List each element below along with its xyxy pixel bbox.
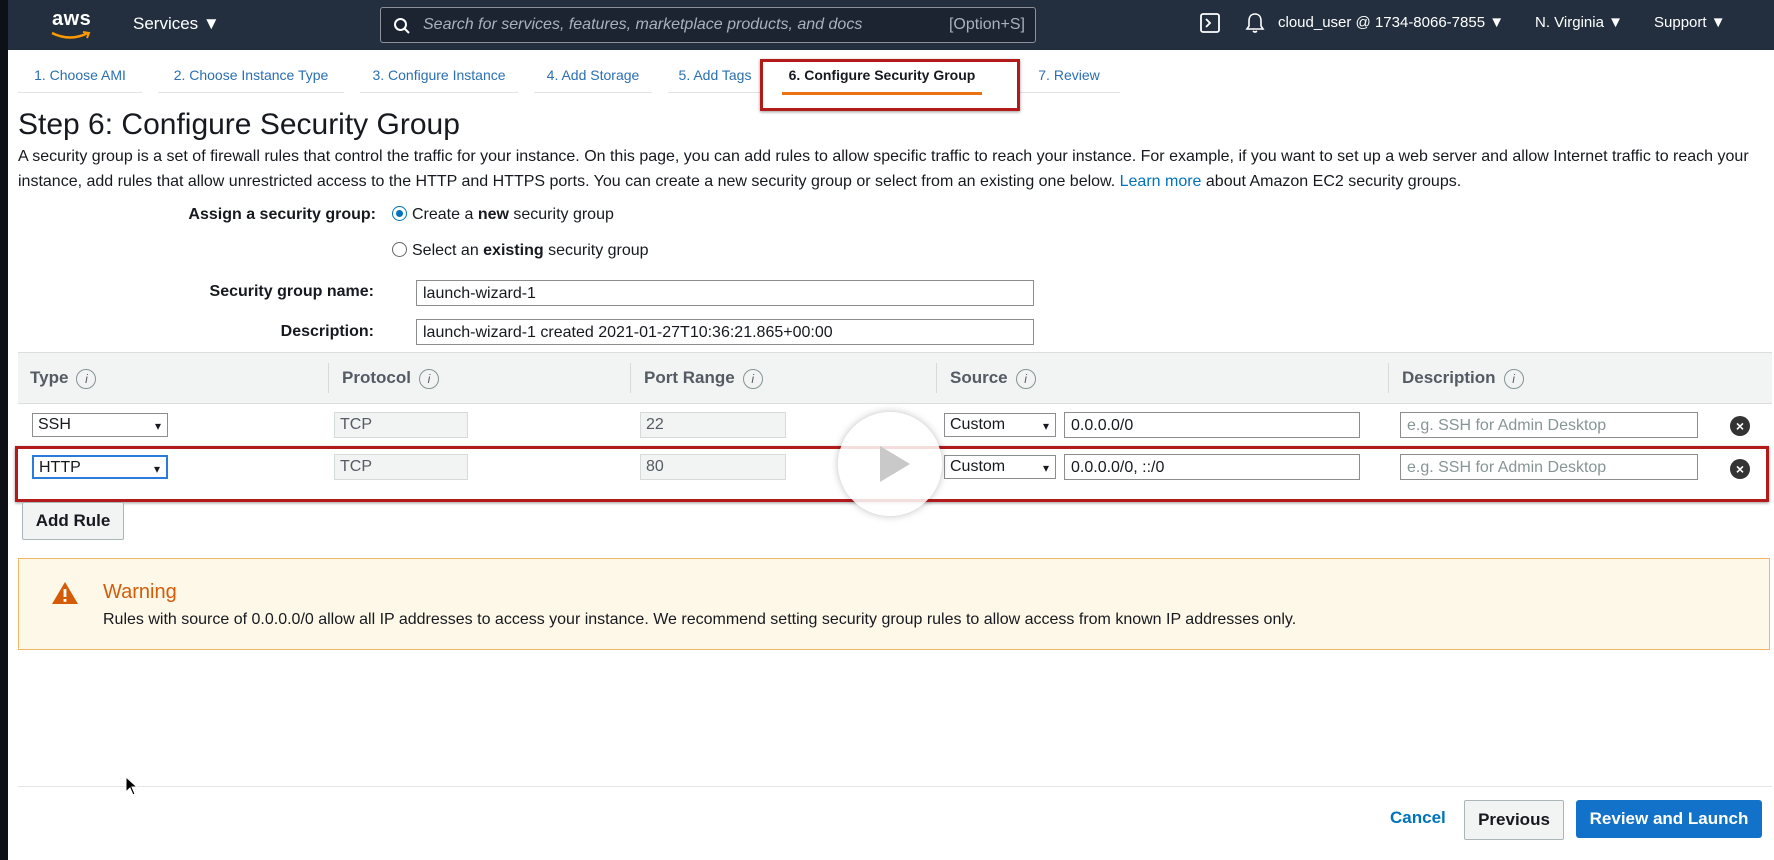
previous-button[interactable]: Previous bbox=[1464, 800, 1564, 840]
cancel-button[interactable]: Cancel bbox=[1390, 808, 1446, 828]
tab-add-tags[interactable]: 5. Add Tags bbox=[668, 58, 762, 93]
col-type: Type i bbox=[30, 353, 97, 403]
info-icon[interactable]: i bbox=[1015, 368, 1036, 389]
radio-create-new[interactable] bbox=[392, 206, 407, 221]
intro-text: A security group is a set of firewall ru… bbox=[18, 148, 1749, 190]
intro-paragraph: A security group is a set of firewall ru… bbox=[18, 144, 1758, 194]
chevron-down-icon: ▾ bbox=[1042, 419, 1049, 433]
search-input[interactable]: Search for services, features, marketpla… bbox=[380, 7, 1036, 43]
tab-choose-ami[interactable]: 1. Choose AMI bbox=[18, 58, 142, 93]
radio-create-new-label[interactable]: Create a new security group bbox=[412, 206, 614, 224]
support-menu[interactable]: Support ▼ bbox=[1654, 14, 1726, 31]
intro-suffix: about Amazon EC2 security groups. bbox=[1205, 173, 1462, 190]
tab-highlight-box bbox=[760, 59, 1020, 111]
col-port-range: Port Range i bbox=[644, 353, 763, 403]
tab-review[interactable]: 7. Review bbox=[1018, 58, 1120, 93]
mouse-cursor-icon bbox=[125, 775, 139, 801]
radio-select-existing[interactable] bbox=[392, 242, 407, 257]
description-label: Description: bbox=[280, 323, 374, 340]
source-cidr-input[interactable]: 0.0.0.0/0 bbox=[1064, 412, 1360, 438]
warning-icon bbox=[51, 581, 79, 610]
account-menu[interactable]: cloud_user @ 1734-8066-7855 ▼ bbox=[1278, 14, 1504, 31]
tab-choose-instance-type[interactable]: 2. Choose Instance Type bbox=[158, 58, 344, 93]
warning-message: Rules with source of 0.0.0.0/0 allow all… bbox=[103, 611, 1297, 628]
review-and-launch-button[interactable]: Review and Launch bbox=[1576, 800, 1762, 838]
aws-logo[interactable]: aws bbox=[48, 6, 94, 44]
page-title: Step 6: Configure Security Group bbox=[18, 108, 460, 141]
chevron-down-icon: ▾ bbox=[154, 419, 161, 433]
play-icon bbox=[880, 446, 910, 482]
col-description: Description i bbox=[1402, 353, 1524, 403]
search-placeholder: Search for services, features, marketpla… bbox=[423, 16, 863, 33]
tab-add-storage[interactable]: 4. Add Storage bbox=[534, 58, 652, 93]
browser-viewport: aws Services ▼ Search for services, feat… bbox=[8, 0, 1774, 860]
search-icon bbox=[393, 17, 411, 40]
info-icon[interactable]: i bbox=[742, 368, 763, 389]
warning-title: Warning bbox=[103, 581, 177, 603]
col-source: Source i bbox=[950, 353, 1036, 403]
port-range-field: 22 bbox=[640, 412, 786, 438]
rule-description-input[interactable]: e.g. SSH for Admin Desktop bbox=[1400, 412, 1698, 438]
info-icon[interactable]: i bbox=[418, 368, 439, 389]
type-select[interactable]: SSH ▾ bbox=[32, 413, 168, 437]
description-input[interactable]: launch-wizard-1 created 2021-01-27T10:36… bbox=[416, 319, 1034, 345]
region-menu[interactable]: N. Virginia ▼ bbox=[1535, 14, 1623, 31]
security-group-name-input[interactable]: launch-wizard-1 bbox=[416, 280, 1034, 306]
security-group-name-label: Security group name: bbox=[209, 283, 374, 300]
cloudshell-icon[interactable] bbox=[1200, 13, 1220, 37]
info-icon[interactable]: i bbox=[76, 368, 97, 389]
footer-divider bbox=[18, 786, 1772, 787]
col-protocol: Protocol i bbox=[342, 353, 439, 403]
radio-select-existing-label[interactable]: Select an existing security group bbox=[412, 242, 649, 260]
aws-smile-icon bbox=[51, 31, 91, 39]
warning-banner: Warning Rules with source of 0.0.0.0/0 a… bbox=[18, 558, 1770, 650]
aws-logo-text: aws bbox=[52, 8, 92, 30]
tab-configure-instance[interactable]: 3. Configure Instance bbox=[360, 58, 518, 93]
video-play-button[interactable] bbox=[838, 412, 942, 516]
info-icon[interactable]: i bbox=[1503, 368, 1524, 389]
services-menu[interactable]: Services ▼ bbox=[133, 14, 220, 34]
assign-label: Assign a security group: bbox=[188, 206, 376, 223]
source-mode-select[interactable]: Custom ▾ bbox=[944, 413, 1056, 437]
search-shortcut: [Option+S] bbox=[948, 16, 1025, 33]
protocol-field: TCP bbox=[334, 412, 468, 438]
delete-rule-icon[interactable]: × bbox=[1730, 416, 1750, 436]
add-rule-button[interactable]: Add Rule bbox=[22, 502, 124, 540]
learn-more-link[interactable]: Learn more bbox=[1120, 173, 1202, 190]
rules-table-header: Type i Protocol i Port Range i Source i Desc… bbox=[18, 352, 1772, 404]
top-nav: aws Services ▼ Search for services, feat… bbox=[8, 0, 1774, 50]
bell-icon[interactable] bbox=[1245, 12, 1265, 38]
